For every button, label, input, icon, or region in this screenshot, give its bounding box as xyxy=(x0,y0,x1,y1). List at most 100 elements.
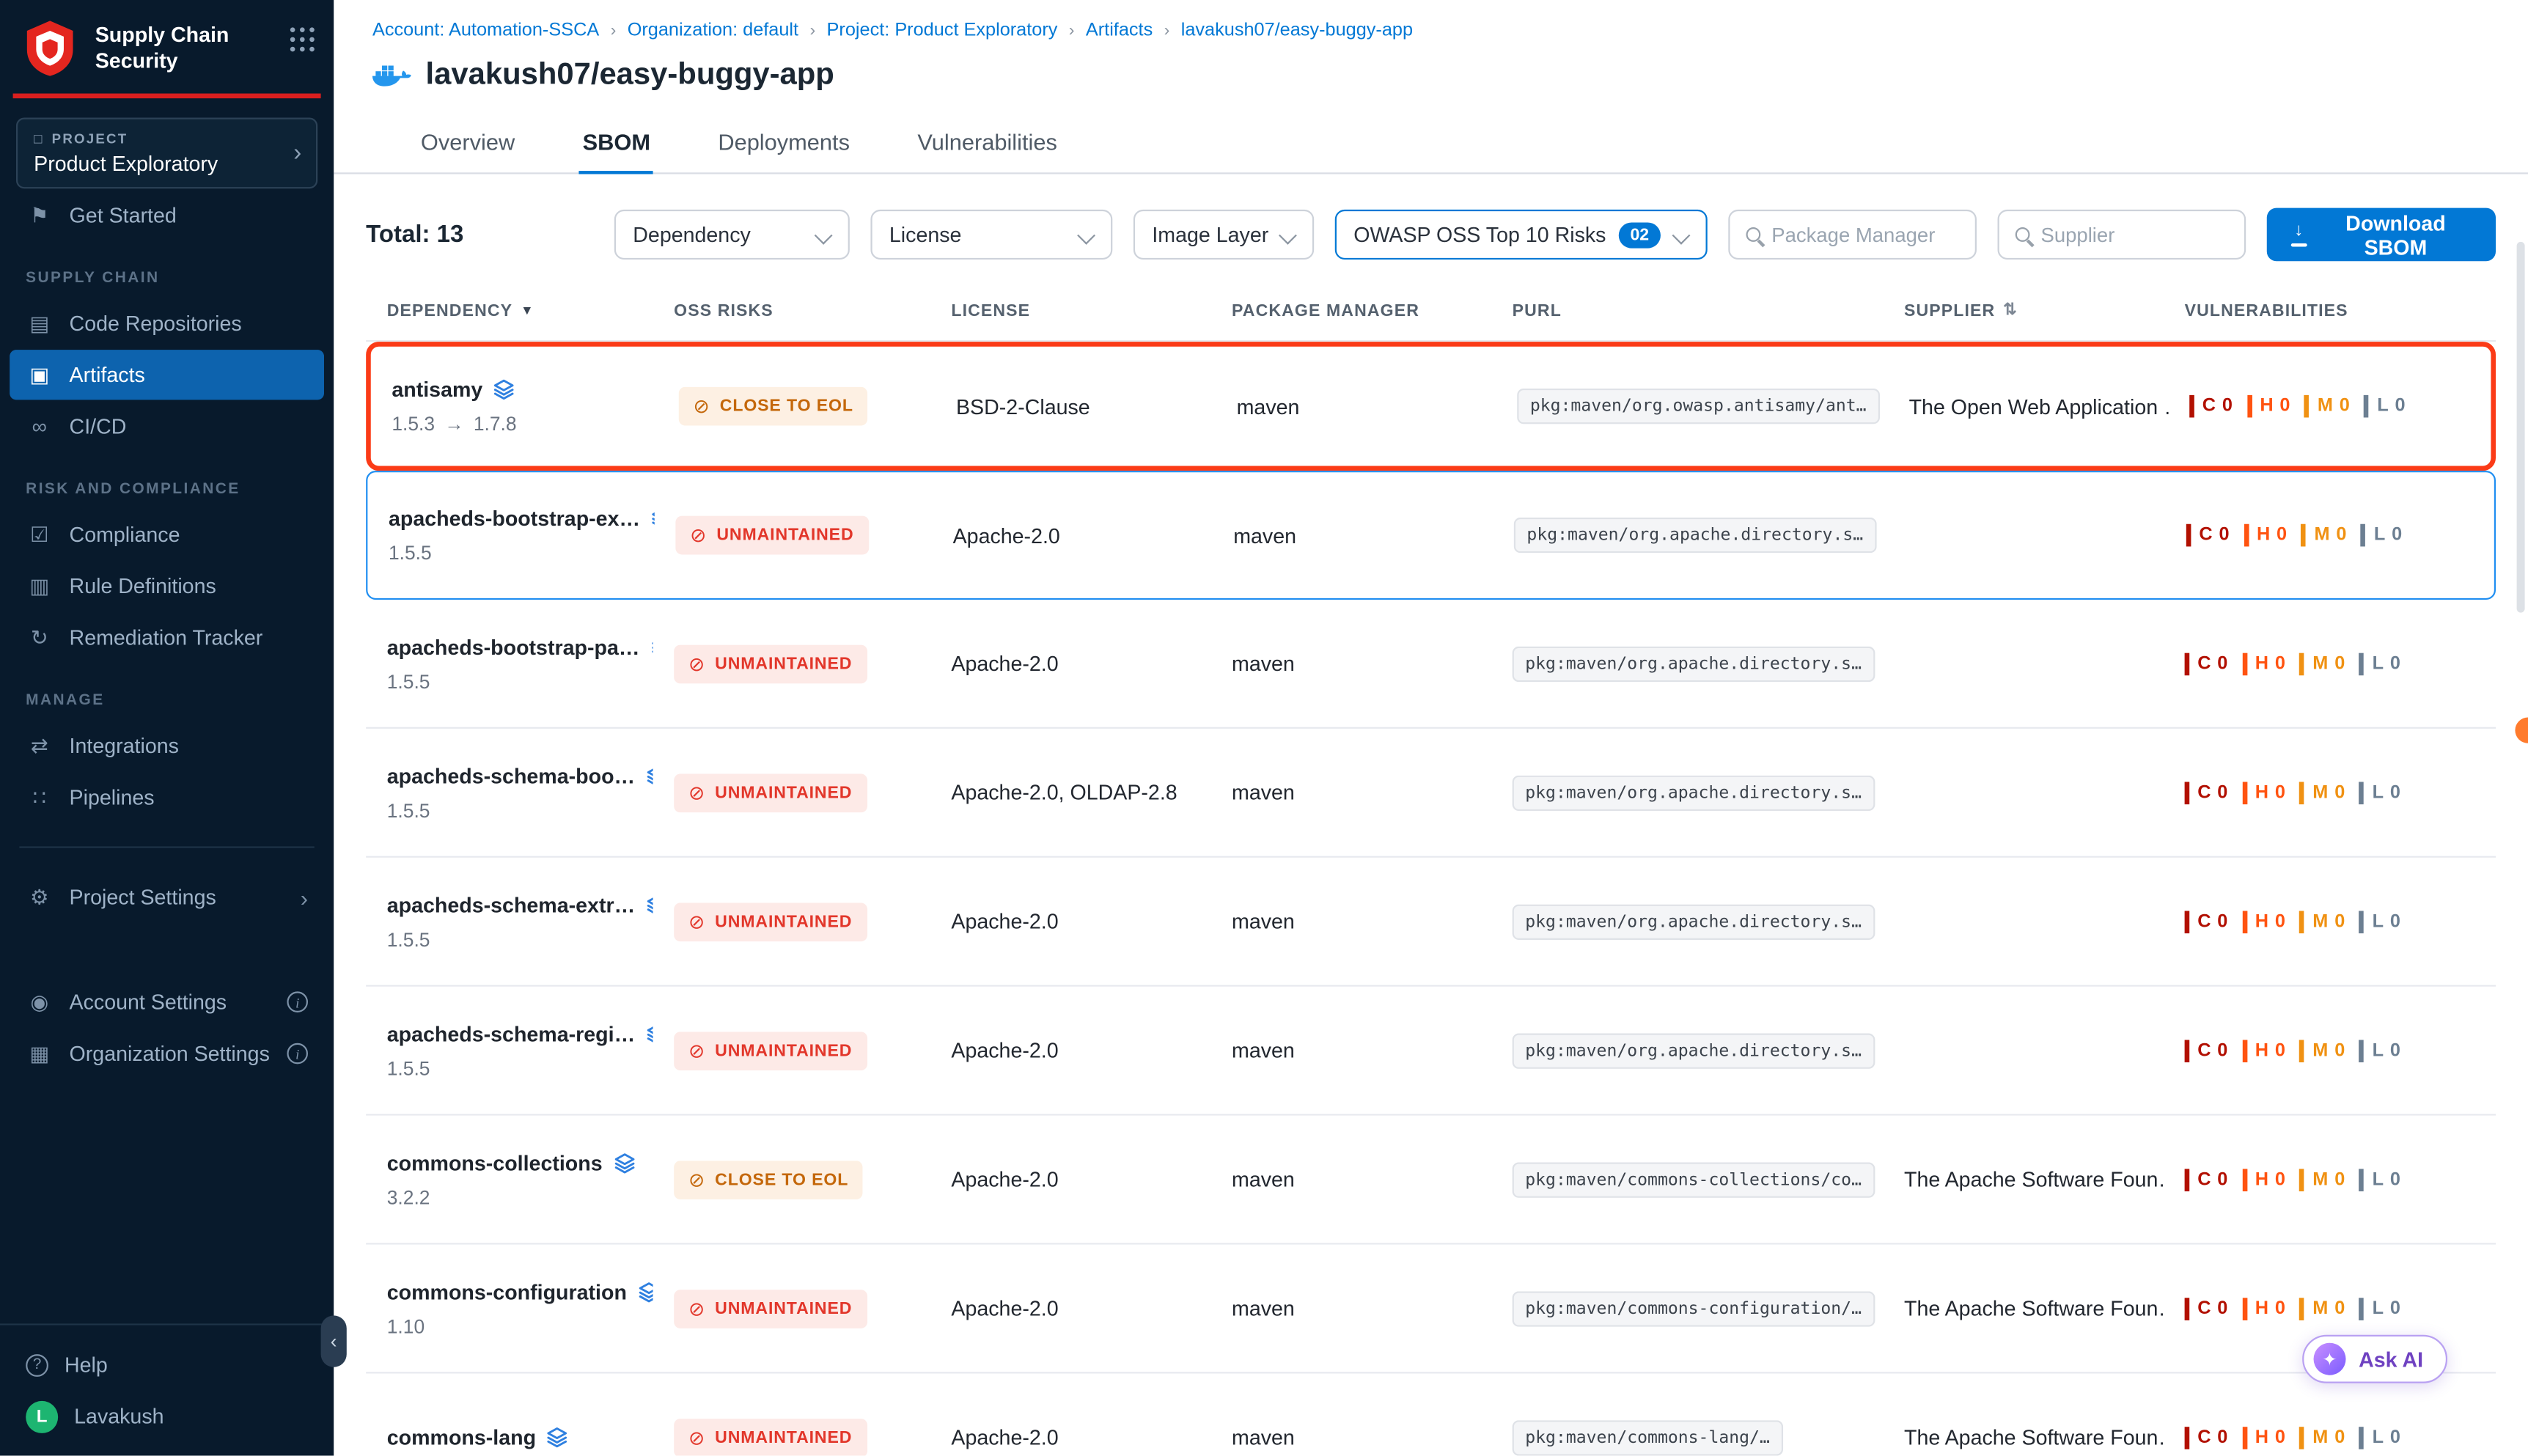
table-row[interactable]: apacheds-bootstrap-ex…1.5.5⊘UNMAINTAINED… xyxy=(366,471,2496,600)
oss-risk-cell: ⊘UNMAINTAINED xyxy=(655,516,932,555)
help-icon: ? xyxy=(26,1353,48,1376)
table-row[interactable]: apacheds-schema-regi…1.5.5⊘UNMAINTAINEDA… xyxy=(366,987,2496,1116)
purl-value[interactable]: pkg:maven/org.apache.directory.s… xyxy=(1513,775,1875,810)
table-row[interactable]: apacheds-schema-boo…1.5.5⊘UNMAINTAINEDAp… xyxy=(366,729,2496,858)
breadcrumb-separator: › xyxy=(611,21,617,40)
sidebar-item-cicd[interactable]: ∞CI/CD xyxy=(10,402,324,452)
search-input-supplier[interactable] xyxy=(2040,224,2227,246)
prohibited-icon: ⊘ xyxy=(688,910,705,933)
sidebar-item-get-started[interactable]: ⚑Get Started xyxy=(10,190,324,240)
vulnerabilities-cell: C0H0M0L0 xyxy=(2164,1297,2496,1320)
sidebar-item-pipelines[interactable]: ∷Pipelines xyxy=(10,772,324,822)
purl-value[interactable]: pkg:maven/commons-lang/… xyxy=(1513,1419,1783,1455)
search-icon xyxy=(1746,227,1760,242)
sidebar-collapse-handle[interactable]: ‹ xyxy=(321,1315,347,1367)
get-started-icon: ⚑ xyxy=(26,202,53,228)
purl-value[interactable]: pkg:maven/commons-collections/co… xyxy=(1513,1161,1875,1196)
table-row[interactable]: commons-lang⊘UNMAINTAINEDApache-2.0maven… xyxy=(366,1374,2496,1456)
filter-label: License xyxy=(889,222,962,246)
breadcrumb-link[interactable]: Project: Product Exploratory xyxy=(827,21,1058,40)
table-row[interactable]: commons-configuration1.10⊘UNMAINTAINEDAp… xyxy=(366,1245,2496,1374)
oss-risk-cell: ⊘UNMAINTAINED xyxy=(653,902,930,941)
module-grid-icon[interactable] xyxy=(290,27,315,51)
breadcrumb-separator: › xyxy=(1164,21,1170,40)
oss-risk-badge: ⊘UNMAINTAINED xyxy=(674,1418,867,1456)
project-selector[interactable]: □ PROJECT Product Exploratory › xyxy=(16,118,317,189)
oss-risk-badge: ⊘CLOSE TO EOL xyxy=(679,387,868,426)
purl-cell: pkg:maven/commons-configuration/… xyxy=(1491,1290,1883,1326)
low-count: L0 xyxy=(2359,1426,2400,1449)
dependency-cell: antisamy1.5.3→1.7.8 xyxy=(371,378,658,435)
sidebar-item-project-settings[interactable]: ⚙Project Settings› xyxy=(10,872,324,922)
column-header-purl: PURL xyxy=(1491,301,1883,320)
sidebar-item-code-repositories[interactable]: ▤Code Repositories xyxy=(10,298,324,348)
sidebar-item-remediation-tracker[interactable]: ↻Remediation Tracker xyxy=(10,613,324,663)
purl-value[interactable]: pkg:maven/org.apache.directory.s… xyxy=(1513,646,1875,681)
high-count: H0 xyxy=(2242,1039,2285,1062)
table-row[interactable]: commons-collections3.2.2⊘CLOSE TO EOLApa… xyxy=(366,1116,2496,1245)
sidebar-settings-nav: ⚙Project Settings› ◉Account Settingsi▦Org… xyxy=(0,870,334,1080)
remediation-tracker-icon: ↻ xyxy=(26,625,53,650)
purl-value[interactable]: pkg:maven/org.apache.directory.s… xyxy=(1513,1032,1875,1067)
scrollbar-thumb[interactable] xyxy=(2517,242,2525,613)
user-menu[interactable]: L Lavakush xyxy=(10,1391,324,1441)
table-row[interactable]: antisamy1.5.3→1.7.8⊘CLOSE TO EOLBSD-2-Cl… xyxy=(366,342,2496,471)
column-header-dependency[interactable]: DEPENDENCY▼ xyxy=(366,301,653,320)
sidebar-item-label: Pipelines xyxy=(70,785,155,809)
supplier-cell: The Apache Software Foun… xyxy=(1883,1425,2164,1449)
filter-dropdown-image-layer[interactable]: Image Layer xyxy=(1133,210,1313,260)
filter-dropdown-owasp-oss-top-10-risks[interactable]: OWASP OSS Top 10 Risks02 xyxy=(1334,210,1707,260)
license-cell: Apache-2.0, OLDAP-2.8 xyxy=(930,780,1211,804)
breadcrumb-link[interactable]: Organization: default xyxy=(628,21,798,40)
dependency-name: antisamy xyxy=(392,378,482,402)
low-count: L0 xyxy=(2365,395,2406,418)
purl-value[interactable]: pkg:maven/org.apache.directory.s… xyxy=(1514,518,1876,553)
breadcrumb-link[interactable]: Artifacts xyxy=(1086,21,1153,40)
sidebar-item-help[interactable]: ? Help xyxy=(10,1339,324,1389)
organization-settings-icon: ▦ xyxy=(26,1040,53,1066)
filter-dropdown-license[interactable]: License xyxy=(870,210,1112,260)
sidebar-item-integrations[interactable]: ⇄Integrations xyxy=(10,721,324,771)
layers-icon xyxy=(647,1023,653,1044)
info-icon: i xyxy=(287,1043,308,1065)
ask-ai-button[interactable]: ✦ Ask AI xyxy=(2302,1335,2447,1383)
license-cell: Apache-2.0 xyxy=(930,1167,1211,1191)
column-header-supplier[interactable]: SUPPLIER⇅ xyxy=(1883,301,2164,320)
prohibited-icon: ⊘ xyxy=(688,1297,705,1320)
table-row[interactable]: apacheds-bootstrap-pa…1.5.5⊘UNMAINTAINED… xyxy=(366,600,2496,729)
medium-count: M0 xyxy=(2300,1426,2345,1449)
table-row[interactable]: apacheds-schema-extr…1.5.5⊘UNMAINTAINEDA… xyxy=(366,858,2496,987)
supplier-cell: The Apache Software Foun… xyxy=(1883,1296,2164,1320)
medium-count: M0 xyxy=(2300,1297,2345,1320)
sidebar-item-compliance[interactable]: ☑Compliance xyxy=(10,510,324,559)
download-sbom-button[interactable]: ↓ Download SBOM xyxy=(2266,208,2496,262)
breadcrumb: Account: Automation-SSCA › Organization: d… xyxy=(334,0,2528,40)
prohibited-icon: ⊘ xyxy=(688,1039,705,1062)
dependency-name: apacheds-schema-boo… xyxy=(387,763,635,787)
purl-value[interactable]: pkg:maven/org.apache.directory.s… xyxy=(1513,904,1875,939)
sidebar-item-account-settings[interactable]: ◉Account Settingsi xyxy=(10,977,324,1027)
medium-count: M0 xyxy=(2300,910,2345,933)
sidebar-item-rule-definitions[interactable]: ▥Rule Definitions xyxy=(10,561,324,611)
sidebar-item-organization-settings[interactable]: ▦Organization Settingsi xyxy=(10,1029,324,1078)
purl-value[interactable]: pkg:maven/commons-configuration/… xyxy=(1513,1290,1875,1326)
sort-icon: ⇅ xyxy=(2003,301,2018,319)
license-cell: Apache-2.0 xyxy=(930,1296,1211,1320)
tab-sbom[interactable]: SBOM xyxy=(579,114,653,172)
purl-value[interactable]: pkg:maven/org.owasp.antisamy/ant… xyxy=(1517,389,1879,424)
tab-vulnerabilities[interactable]: Vulnerabilities xyxy=(914,114,1060,172)
artifacts-icon: ▣ xyxy=(26,362,53,388)
high-count: H0 xyxy=(2242,1426,2285,1449)
tab-deployments[interactable]: Deployments xyxy=(715,114,853,172)
tab-overview[interactable]: Overview xyxy=(418,114,518,172)
breadcrumb-link[interactable]: Account: Automation-SSCA xyxy=(372,21,599,40)
dependency-version: 1.10 xyxy=(387,1315,653,1337)
dependency-cell: apacheds-schema-extr…1.5.5 xyxy=(366,892,653,950)
user-avatar: L xyxy=(26,1400,58,1433)
breadcrumb-link[interactable]: lavakush07/easy-buggy-app xyxy=(1181,21,1413,40)
sidebar-item-artifacts[interactable]: ▣Artifacts xyxy=(10,350,324,400)
filter-dropdown-dependency[interactable]: Dependency xyxy=(614,210,849,260)
search-input-package-manager[interactable] xyxy=(1771,224,1958,246)
medium-count: M0 xyxy=(2300,652,2345,674)
package-manager-cell: maven xyxy=(1210,1425,1491,1449)
